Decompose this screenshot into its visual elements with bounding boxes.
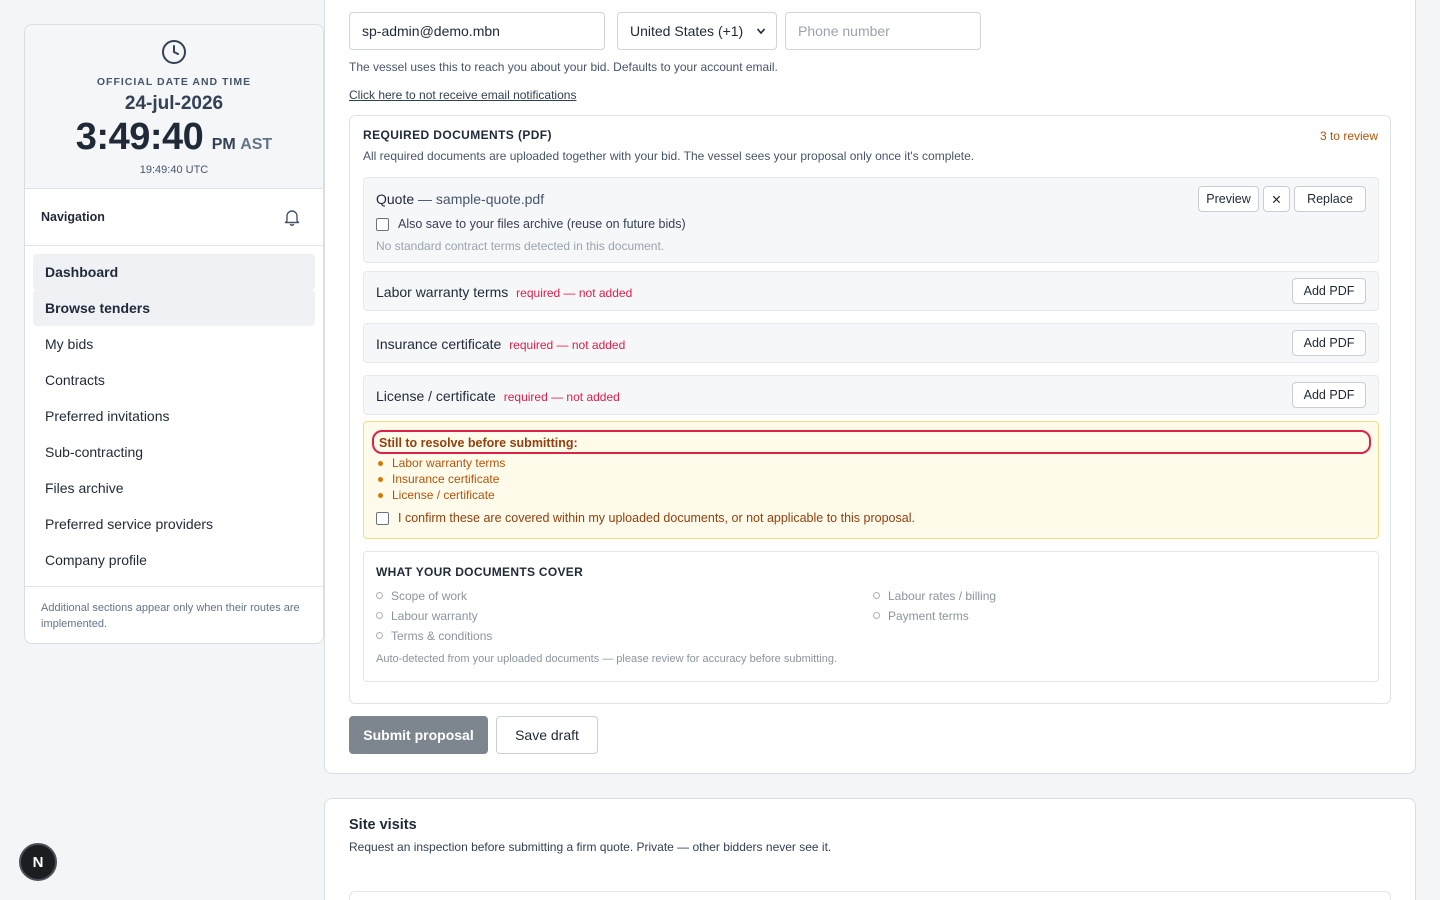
quote-document-row: Quote — sample-quote.pdf Preview ✕ Repla… (363, 177, 1379, 263)
labor-warranty-row: Labor warranty terms required — not adde… (363, 271, 1379, 311)
quote-document-name: Quote — sample-quote.pdf (376, 191, 544, 207)
list-item: Scope of work (376, 588, 492, 608)
quote-filename: — sample-quote.pdf (414, 191, 545, 207)
coverage-title: WHAT YOUR DOCUMENTS COVER (376, 565, 584, 579)
disable-email-notifications-link[interactable]: Click here to not receive email notifica… (349, 88, 576, 102)
required-documents-panel: REQUIRED DOCUMENTS (PDF) 3 to review All… (349, 115, 1391, 704)
quote-label: Quote (376, 191, 415, 207)
archive-checkbox[interactable] (376, 218, 389, 231)
clock-caption: OFFICIAL DATE AND TIME (96, 76, 252, 88)
contact-email-field[interactable] (349, 12, 605, 50)
list-item: Insurance certificate (376, 471, 505, 487)
clock-timezone: AST (240, 136, 273, 153)
sidebar-item-contracts[interactable]: Contracts (33, 362, 315, 398)
license-certificate-row: License / certificate required — not add… (363, 375, 1379, 415)
site-visits-title: Site visits (349, 817, 417, 833)
list-item: Payment terms (873, 608, 996, 628)
warning-title: Still to resolve before submitting: (379, 436, 578, 450)
labor-warranty-status: required — not added (516, 286, 633, 300)
country-code-value: United States (+1) (630, 23, 744, 39)
sidebar-item-my-bids[interactable]: My bids (33, 326, 315, 362)
list-item: Labor warranty terms (376, 455, 505, 471)
navigation-title: Navigation (41, 210, 105, 224)
remove-quote-button[interactable]: ✕ (1263, 186, 1290, 212)
site-visits-subtitle: Request an inspection before submitting … (349, 840, 832, 854)
insurance-certificate-row: Insurance certificate required — not add… (363, 323, 1379, 363)
license-certificate-label: License / certificate (376, 388, 496, 404)
sidebar-item-preferred-invitations[interactable]: Preferred invitations (33, 398, 315, 434)
documents-subtitle: All required documents are uploaded toge… (363, 149, 975, 163)
clock-icon (162, 40, 186, 64)
clock-time: 3:49:40 (75, 116, 204, 158)
license-certificate-status: required — not added (503, 390, 620, 404)
contact-hint: The vessel uses this to reach you about … (349, 60, 778, 74)
coverage-note: Auto-detected from your uploaded documen… (376, 653, 838, 665)
insurance-certificate-name: Insurance certificate required — not add… (376, 336, 625, 352)
unresolved-warning: Still to resolve before submitting: Labo… (363, 421, 1379, 539)
clock-time-row: 3:49:40 PM AST (25, 116, 323, 159)
sidebar-footer-note: Additional sections appear only when the… (41, 602, 300, 630)
clock-ampm: PM (211, 136, 236, 153)
labor-warranty-label: Labor warranty terms (376, 284, 509, 300)
sidebar: OFFICIAL DATE AND TIME 24-jul-2026 3:49:… (24, 24, 324, 644)
bell-icon[interactable] (283, 208, 301, 226)
phone-number-field[interactable] (785, 12, 981, 50)
site-visits-card: Site visits Request an inspection before… (324, 798, 1416, 900)
documents-review-count: 3 to review (1319, 129, 1378, 143)
license-certificate-name: License / certificate required — not add… (376, 388, 620, 404)
sidebar-item-browse-tenders[interactable]: Browse tenders (33, 290, 315, 326)
close-icon: ✕ (1271, 192, 1282, 207)
coverage-list-right: Labour rates / billing Payment terms (873, 588, 996, 628)
warning-list: Labor warranty terms Insurance certifica… (376, 455, 505, 503)
site-visits-panel (349, 891, 1391, 900)
nav-list: Dashboard Browse tenders My bids Contrac… (25, 246, 323, 587)
confirm-coverage-label: I confirm these are covered within my up… (398, 511, 915, 525)
coverage-list-left: Scope of work Labour warranty Terms & co… (376, 588, 492, 648)
list-item: License / certificate (376, 487, 505, 503)
navigation-header: Navigation (25, 189, 323, 246)
country-code-select[interactable]: United States (+1) (617, 12, 777, 50)
insurance-certificate-label: Insurance certificate (376, 336, 502, 352)
sidebar-item-company-profile[interactable]: Company profile (33, 542, 315, 578)
sidebar-item-files-archive[interactable]: Files archive (33, 470, 315, 506)
preview-button[interactable]: Preview (1198, 186, 1259, 212)
sidebar-item-preferred-service-providers[interactable]: Preferred service providers (33, 506, 315, 542)
dev-tools-button[interactable]: N (19, 843, 57, 881)
n-logo-icon: N (32, 853, 44, 871)
save-draft-button[interactable]: Save draft (496, 716, 598, 754)
official-clock: OFFICIAL DATE AND TIME 24-jul-2026 3:49:… (25, 25, 323, 189)
list-item: Labour rates / billing (873, 588, 996, 608)
list-item: Terms & conditions (376, 628, 492, 648)
submit-proposal-button[interactable]: Submit proposal (349, 716, 488, 754)
clock-utc: 19:49:40 UTC (139, 164, 209, 176)
clock-date: 24-jul-2026 (124, 93, 224, 114)
archive-checkbox-label: Also save to your files archive (reuse o… (398, 217, 686, 231)
chevron-down-icon (756, 28, 766, 35)
add-insurance-certificate-pdf-button[interactable]: Add PDF (1292, 330, 1366, 356)
warning-title-highlight: Still to resolve before submitting: (372, 430, 1371, 454)
list-item: Labour warranty (376, 608, 492, 628)
add-labor-warranty-pdf-button[interactable]: Add PDF (1292, 278, 1366, 304)
sidebar-item-sub-contracting[interactable]: Sub-contracting (33, 434, 315, 470)
labor-warranty-name: Labor warranty terms required — not adde… (376, 284, 632, 300)
add-license-certificate-pdf-button[interactable]: Add PDF (1292, 382, 1366, 408)
bid-form-card: United States (+1) The vessel uses this … (324, 0, 1416, 774)
documents-coverage-panel: WHAT YOUR DOCUMENTS COVER Scope of work … (363, 551, 1379, 682)
documents-title: REQUIRED DOCUMENTS (PDF) (363, 128, 552, 142)
sidebar-item-dashboard[interactable]: Dashboard (33, 254, 315, 290)
replace-button[interactable]: Replace (1294, 186, 1366, 212)
confirm-coverage-checkbox[interactable] (376, 512, 389, 525)
quote-terms-note: No standard contract terms detected in t… (376, 239, 665, 253)
insurance-certificate-status: required — not added (509, 338, 626, 352)
